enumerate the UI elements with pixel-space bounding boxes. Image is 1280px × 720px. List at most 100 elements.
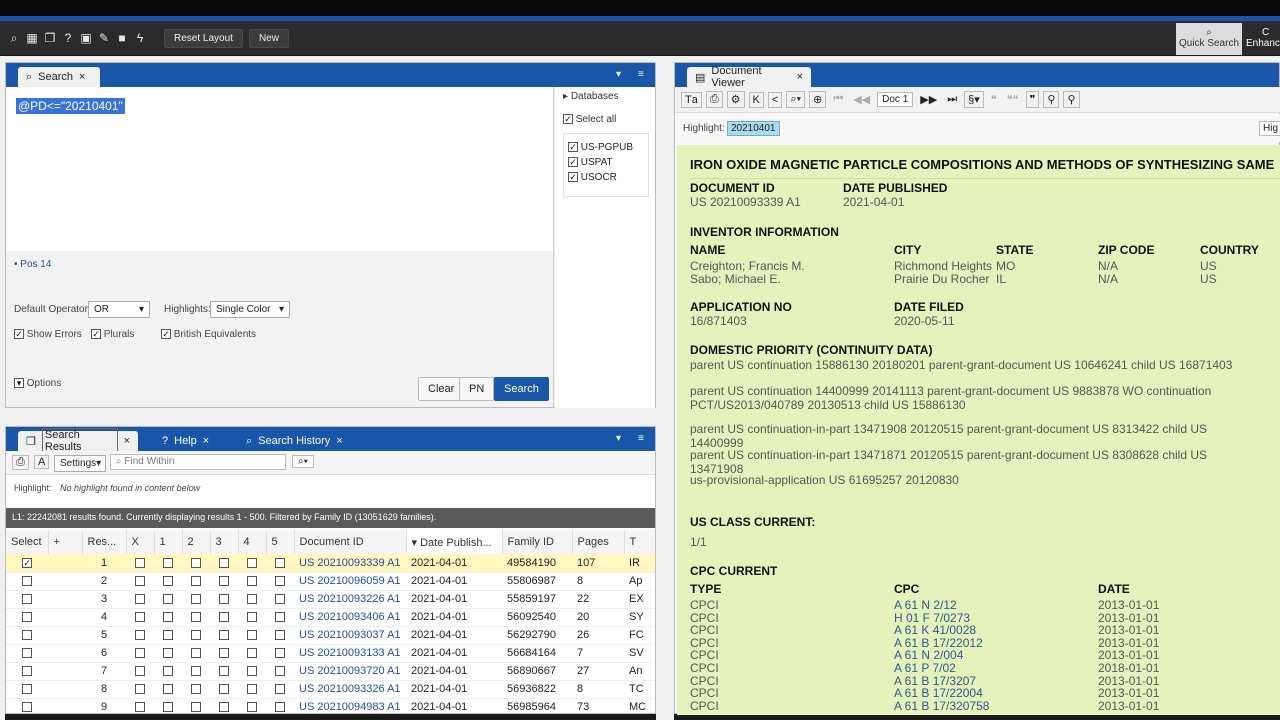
find-within-input[interactable]: ⌕ Find Within bbox=[110, 454, 286, 470]
options-toggle[interactable]: ▾ Options bbox=[14, 378, 61, 389]
search-options-icon[interactable]: ⌕▾ bbox=[292, 455, 314, 468]
tag-cell[interactable] bbox=[238, 626, 266, 644]
tag-cell[interactable] bbox=[266, 680, 294, 698]
tag-checkbox[interactable] bbox=[191, 666, 201, 677]
tag-checkbox[interactable] bbox=[247, 594, 257, 605]
new-button[interactable]: New bbox=[248, 28, 289, 48]
close-icon[interactable]: × bbox=[336, 435, 342, 447]
tag-checkbox[interactable] bbox=[191, 594, 201, 605]
prev-page-icon[interactable]: ◀◀ bbox=[850, 92, 873, 107]
help-icon[interactable]: ? bbox=[60, 30, 76, 46]
database-checkbox[interactable]: ✓ bbox=[568, 157, 578, 168]
translate-icon[interactable]: Tа bbox=[681, 91, 702, 108]
tag-checkbox[interactable] bbox=[135, 612, 145, 623]
document-id-link[interactable]: US 20210093133 A1 bbox=[294, 644, 406, 662]
chevron-down-icon[interactable]: ▾ bbox=[616, 433, 621, 444]
tag-cell[interactable] bbox=[210, 698, 238, 715]
column-header[interactable]: ▾ Date Publish... bbox=[406, 530, 503, 554]
tag-cell[interactable] bbox=[182, 626, 210, 644]
splitter[interactable] bbox=[0, 408, 668, 426]
tag-cell[interactable] bbox=[182, 662, 210, 680]
row-select-checkbox[interactable] bbox=[22, 648, 32, 659]
tag-checkbox[interactable] bbox=[275, 702, 285, 713]
tag-checkbox[interactable] bbox=[275, 612, 285, 623]
tag-checkbox[interactable] bbox=[163, 594, 173, 605]
tag-cell[interactable] bbox=[182, 644, 210, 662]
tag-checkbox[interactable] bbox=[275, 594, 285, 605]
query-text[interactable]: @PD<="20210401" bbox=[16, 98, 125, 114]
close-icon[interactable]: × bbox=[203, 435, 209, 447]
tab-search-history[interactable]: ⌕ Search History × bbox=[238, 431, 351, 451]
tag-checkbox[interactable] bbox=[247, 684, 257, 695]
reset-layout-button[interactable]: Reset Layout bbox=[164, 28, 243, 48]
lightning-icon[interactable]: ϟ bbox=[132, 30, 148, 46]
column-header[interactable]: Document ID bbox=[294, 530, 407, 554]
tag-cell[interactable] bbox=[266, 626, 294, 644]
select-cell[interactable] bbox=[6, 698, 48, 715]
section-icon[interactable]: §▾ bbox=[964, 91, 984, 108]
zoom-in-icon[interactable]: ⊕ bbox=[809, 91, 827, 108]
tag-cell[interactable] bbox=[126, 698, 154, 715]
column-header[interactable]: 2 bbox=[182, 530, 211, 554]
tag-cell[interactable] bbox=[182, 554, 210, 572]
tag-checkbox[interactable] bbox=[163, 648, 173, 659]
table-row[interactable]: 3 US 20210093226 A1 2021-04-01 55859197 22 EX bbox=[6, 590, 655, 608]
tag-checkbox[interactable] bbox=[191, 557, 201, 568]
tag-checkbox[interactable] bbox=[247, 576, 257, 587]
tag-add-icon[interactable]: ⚲ bbox=[1063, 91, 1080, 108]
select-all-checkbox[interactable]: ✓ bbox=[563, 114, 573, 125]
tag-cell[interactable] bbox=[126, 608, 154, 626]
row-select-checkbox[interactable] bbox=[22, 702, 32, 713]
tag-checkbox[interactable] bbox=[135, 648, 145, 659]
settings-dropdown[interactable]: Settings ▾ bbox=[54, 455, 106, 472]
tag-checkbox[interactable] bbox=[275, 648, 285, 659]
image-icon[interactable]: ▦ bbox=[24, 30, 40, 46]
collapse-icon[interactable]: K bbox=[748, 91, 764, 108]
tag-checkbox[interactable] bbox=[191, 612, 201, 623]
tag-checkbox[interactable] bbox=[219, 702, 229, 713]
tag-checkbox[interactable] bbox=[275, 666, 285, 677]
tag-cell[interactable] bbox=[210, 680, 238, 698]
tag-cell[interactable] bbox=[126, 590, 154, 608]
tag-checkbox[interactable] bbox=[219, 594, 229, 605]
tag-cell[interactable] bbox=[210, 644, 238, 662]
show-errors-checkbox[interactable]: ✓ bbox=[14, 329, 24, 340]
table-row[interactable]: 8 US 20210093326 A1 2021-04-01 56936822 8 TC bbox=[6, 680, 655, 698]
next-page-icon[interactable]: ▶▶ bbox=[917, 92, 940, 107]
tag-cell[interactable] bbox=[238, 608, 266, 626]
row-select-checkbox[interactable] bbox=[22, 612, 32, 623]
tag-checkbox[interactable] bbox=[219, 630, 229, 641]
highlight-toggle-button[interactable]: Hig bbox=[1259, 121, 1280, 136]
tag-checkbox[interactable] bbox=[219, 684, 229, 695]
first-page-icon[interactable]: ⏮ bbox=[830, 92, 846, 107]
tag-cell[interactable] bbox=[238, 590, 266, 608]
select-cell[interactable] bbox=[6, 680, 48, 698]
tag-checkbox[interactable] bbox=[135, 666, 145, 677]
document-id-link[interactable]: US 20210093339 A1 bbox=[294, 554, 406, 572]
pn-button[interactable]: PN bbox=[459, 377, 495, 401]
column-header[interactable]: T bbox=[624, 530, 655, 554]
tag-cell[interactable] bbox=[238, 680, 266, 698]
tag-cell[interactable] bbox=[154, 644, 182, 662]
quote-multi-icon[interactable]: ❝❝ bbox=[1004, 92, 1022, 107]
show-errors-option[interactable]: ✓ Show Errors bbox=[14, 329, 82, 340]
share-icon[interactable]: < bbox=[767, 91, 783, 108]
tag-cell[interactable] bbox=[266, 644, 294, 662]
highlights-select[interactable]: Single Color ▾ bbox=[210, 301, 290, 318]
select-cell[interactable] bbox=[6, 572, 48, 590]
last-page-icon[interactable]: ⏭ bbox=[944, 92, 960, 107]
column-header[interactable]: Pages bbox=[572, 530, 625, 554]
query-editor[interactable]: @PD<="20210401" bbox=[6, 87, 554, 251]
tag-cell[interactable] bbox=[154, 572, 182, 590]
tag-checkbox[interactable] bbox=[163, 630, 173, 641]
tag-cell[interactable] bbox=[238, 644, 266, 662]
row-select-checkbox[interactable] bbox=[22, 684, 32, 695]
tag-checkbox[interactable] bbox=[247, 648, 257, 659]
close-icon[interactable]: × bbox=[797, 71, 803, 83]
tag-checkbox[interactable] bbox=[191, 630, 201, 641]
column-header[interactable]: Res... bbox=[82, 530, 127, 554]
document-id-link[interactable]: US 20210096059 A1 bbox=[294, 572, 406, 590]
tag-cell[interactable] bbox=[126, 626, 154, 644]
save-icon[interactable]: ▣ bbox=[78, 30, 94, 46]
tag-cell[interactable] bbox=[154, 698, 182, 715]
